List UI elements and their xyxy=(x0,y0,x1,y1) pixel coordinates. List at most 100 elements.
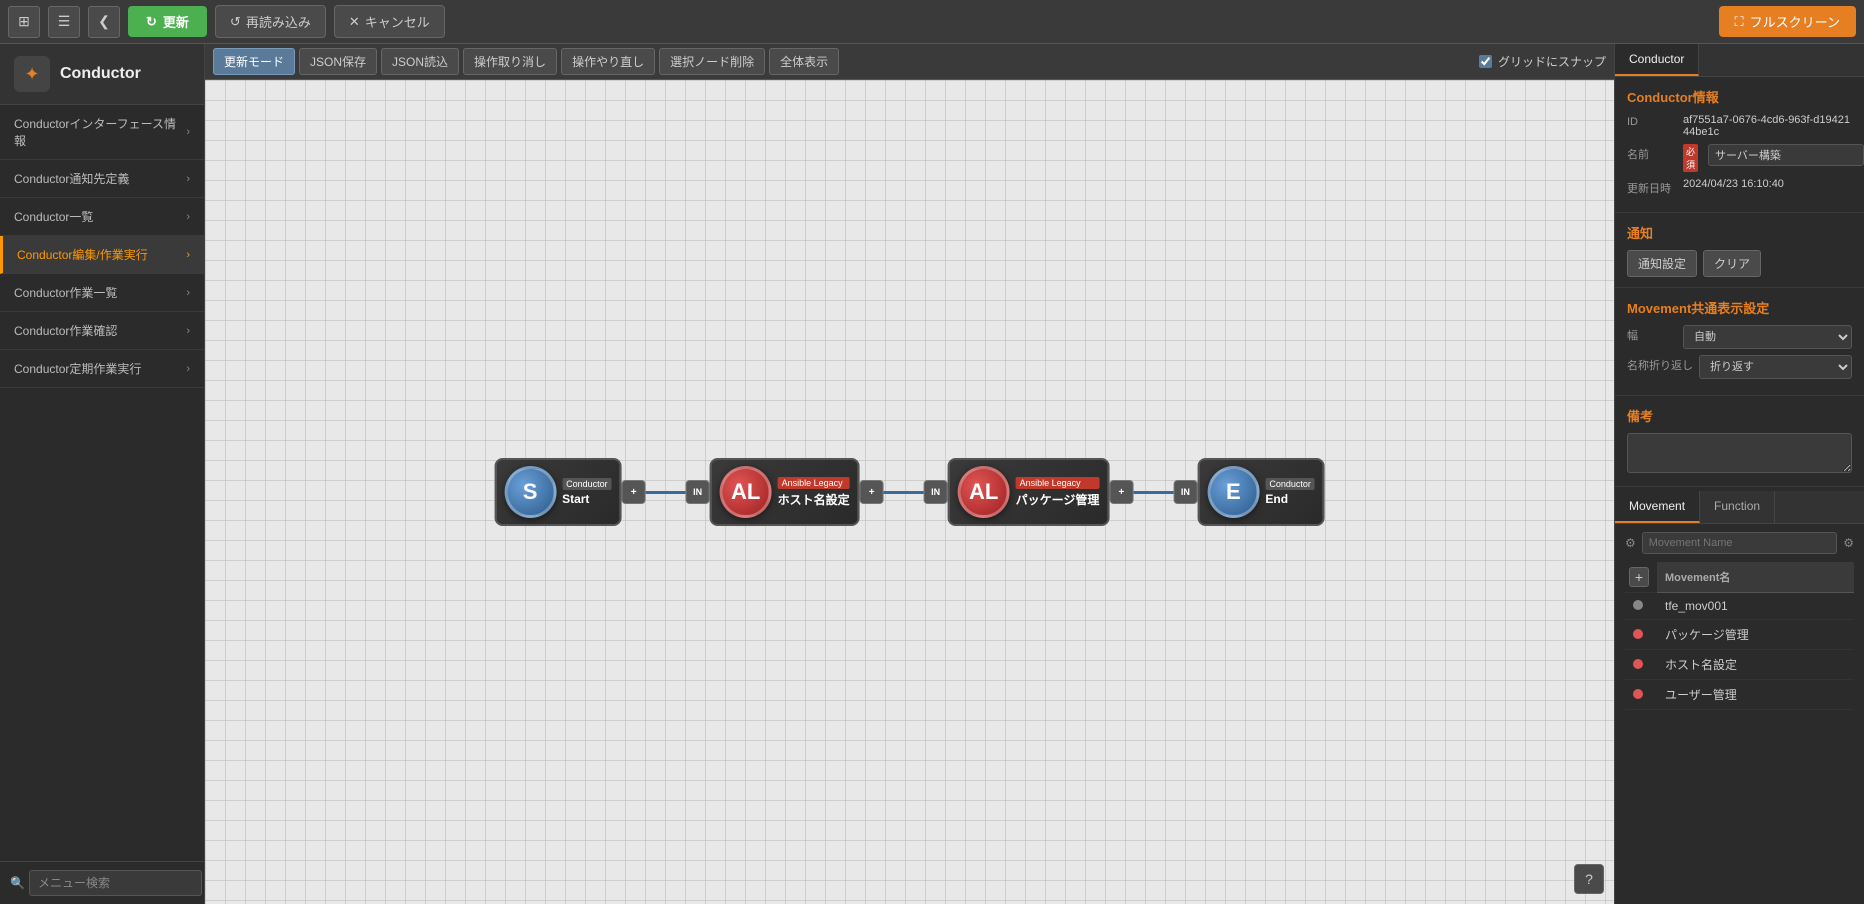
chevron-icon: › xyxy=(186,363,190,375)
movement-display-section: Movement共通表示設定 幅 自動 名称折り返し 折り返す xyxy=(1615,288,1864,396)
fullscreen-button[interactable]: ⛶ フルスクリーン xyxy=(1719,6,1856,37)
sidebar-title: Conductor xyxy=(60,65,141,83)
list-view-icon[interactable]: ☰ xyxy=(48,6,80,38)
json-save-button[interactable]: JSON保存 xyxy=(299,48,377,75)
sidebar-search-bar: 🔍 ✕ xyxy=(0,861,204,904)
clear-button[interactable]: クリア xyxy=(1703,250,1761,277)
cancel-label: キャンセル xyxy=(365,12,430,31)
width-field: 幅 自動 xyxy=(1627,325,1852,349)
flow-container: S Conductor Start +IN AL Ansible Legacy … xyxy=(494,458,1325,526)
id-field: ID af7551a7-0676-4cd6-963f-d1942144be1c xyxy=(1627,114,1852,138)
chevron-icon: › xyxy=(186,325,190,337)
update-mode-button[interactable]: 更新モード xyxy=(213,48,295,75)
reload-label: 再読み込み xyxy=(246,12,311,31)
collapse-icon[interactable]: ❮ xyxy=(88,6,120,38)
node-type-label: Ansible Legacy xyxy=(1016,477,1100,489)
node-body[interactable]: S Conductor Start xyxy=(494,458,622,526)
tab-movement[interactable]: Movement xyxy=(1615,491,1700,523)
movement-row[interactable]: ホスト名設定 xyxy=(1625,650,1854,680)
notification-title: 通知 xyxy=(1627,223,1852,242)
settings-icon[interactable]: ⚙ xyxy=(1843,536,1854,550)
movement-name: パッケージ管理 xyxy=(1657,620,1854,650)
help-button[interactable]: ? xyxy=(1574,864,1604,894)
sidebar-item-5[interactable]: Conductor作業確認› xyxy=(0,312,204,350)
grid-snap-checkbox[interactable] xyxy=(1479,55,1492,68)
memo-section: 備考 xyxy=(1615,396,1864,487)
add-movement-button[interactable]: + xyxy=(1629,567,1649,587)
updated-label: 更新日時 xyxy=(1627,178,1677,196)
sidebar-item-label: Conductor通知先定義 xyxy=(14,170,129,187)
sidebar-item-0[interactable]: Conductorインターフェース情報› xyxy=(0,105,204,160)
canvas[interactable]: S Conductor Start +IN AL Ansible Legacy … xyxy=(205,80,1614,904)
chevron-icon: › xyxy=(186,211,190,223)
search-icon: 🔍 xyxy=(10,876,25,890)
movement-table: + Movement名 tfe_mov001パッケージ管理ホスト名設定ユーザー管… xyxy=(1625,562,1854,710)
connector-out[interactable]: + xyxy=(860,480,884,504)
movement-row[interactable]: tfe_mov001 xyxy=(1625,593,1854,620)
sidebar-item-1[interactable]: Conductor通知先定義› xyxy=(0,160,204,198)
node-icon: S xyxy=(504,466,556,518)
sidebar-item-6[interactable]: Conductor定期作業実行› xyxy=(0,350,204,388)
node-body[interactable]: AL Ansible Legacy ホスト名設定 xyxy=(710,458,860,526)
delete-node-button[interactable]: 選択ノード削除 xyxy=(659,48,765,75)
redo-button[interactable]: 操作やり直し xyxy=(561,48,655,75)
right-panel-tabs: Conductor xyxy=(1615,44,1864,77)
sidebar-item-4[interactable]: Conductor作業一覧› xyxy=(0,274,204,312)
reload-button[interactable]: ↺ 再読み込み xyxy=(215,5,326,38)
chevron-icon: › xyxy=(186,126,190,138)
sidebar-item-3[interactable]: Conductor編集/作業実行 › xyxy=(0,236,204,274)
conductor-info-section: Conductor情報 ID af7551a7-0676-4cd6-963f-d… xyxy=(1615,77,1864,213)
tab-conductor[interactable]: Conductor xyxy=(1615,44,1699,76)
name-wrap-field: 名称折り返し 折り返す xyxy=(1627,355,1852,379)
movement-name: ユーザー管理 xyxy=(1657,680,1854,710)
grid-view-icon[interactable]: ⊞ xyxy=(8,6,40,38)
flow-node-hostname: IN AL Ansible Legacy ホスト名設定 + xyxy=(686,458,884,526)
node-body[interactable]: AL Ansible Legacy パッケージ管理 xyxy=(948,458,1110,526)
movement-tabs: Movement Function xyxy=(1615,491,1864,524)
connector-in[interactable]: IN xyxy=(924,480,948,504)
connector-out[interactable]: + xyxy=(1109,480,1133,504)
refresh-icon: ↻ xyxy=(146,14,157,30)
movement-dot xyxy=(1633,600,1643,610)
memo-textarea[interactable] xyxy=(1627,433,1852,473)
connector-in[interactable]: IN xyxy=(686,480,710,504)
connector-out[interactable]: + xyxy=(622,480,646,504)
filter-icon: ⚙ xyxy=(1625,536,1636,550)
node-info: Conductor End xyxy=(1265,478,1315,506)
search-input[interactable] xyxy=(29,870,202,896)
movement-row[interactable]: パッケージ管理 xyxy=(1625,620,1854,650)
fullscreen-label: フルスクリーン xyxy=(1750,12,1840,31)
movement-display-title: Movement共通表示設定 xyxy=(1627,298,1852,317)
flow-node-start: S Conductor Start + xyxy=(494,458,646,526)
node-connection-line xyxy=(1133,491,1173,494)
movement-col-header[interactable]: Movement名 xyxy=(1657,562,1854,593)
chevron-icon: › xyxy=(186,249,190,261)
cancel-button[interactable]: ✕ キャンセル xyxy=(334,5,445,38)
width-select[interactable]: 自動 xyxy=(1683,325,1852,349)
name-field: 名前 必須 xyxy=(1627,144,1852,172)
canvas-toolbar: 更新モード JSON保存 JSON読込 操作取り消し 操作やり直し 選択ノード削… xyxy=(205,44,1614,80)
grid-snap-control: グリッドにスナップ xyxy=(1479,53,1606,70)
movement-name: ホスト名設定 xyxy=(1657,650,1854,680)
update-button[interactable]: ↻ 更新 xyxy=(128,6,207,37)
name-label: 名前 xyxy=(1627,144,1677,162)
movement-row[interactable]: ユーザー管理 xyxy=(1625,680,1854,710)
name-wrap-select[interactable]: 折り返す xyxy=(1699,355,1852,379)
sidebar-item-label: Conductor編集/作業実行 xyxy=(17,246,148,263)
notification-settings-button[interactable]: 通知設定 xyxy=(1627,250,1697,277)
node-body[interactable]: E Conductor End xyxy=(1197,458,1325,526)
undo-button[interactable]: 操作取り消し xyxy=(463,48,557,75)
tab-function[interactable]: Function xyxy=(1700,491,1775,523)
json-load-button[interactable]: JSON読込 xyxy=(381,48,459,75)
cancel-icon: ✕ xyxy=(349,14,360,30)
id-value: af7551a7-0676-4cd6-963f-d1942144be1c xyxy=(1683,114,1852,138)
sidebar-item-2[interactable]: Conductor一覧› xyxy=(0,198,204,236)
name-input[interactable] xyxy=(1708,144,1864,166)
id-label: ID xyxy=(1627,114,1677,128)
connector-in[interactable]: IN xyxy=(1173,480,1197,504)
notification-section: 通知 通知設定 クリア xyxy=(1615,213,1864,288)
show-all-button[interactable]: 全体表示 xyxy=(769,48,839,75)
node-type-label: Conductor xyxy=(562,478,612,490)
movement-filter-input[interactable] xyxy=(1642,532,1837,554)
movement-dot xyxy=(1633,629,1643,639)
